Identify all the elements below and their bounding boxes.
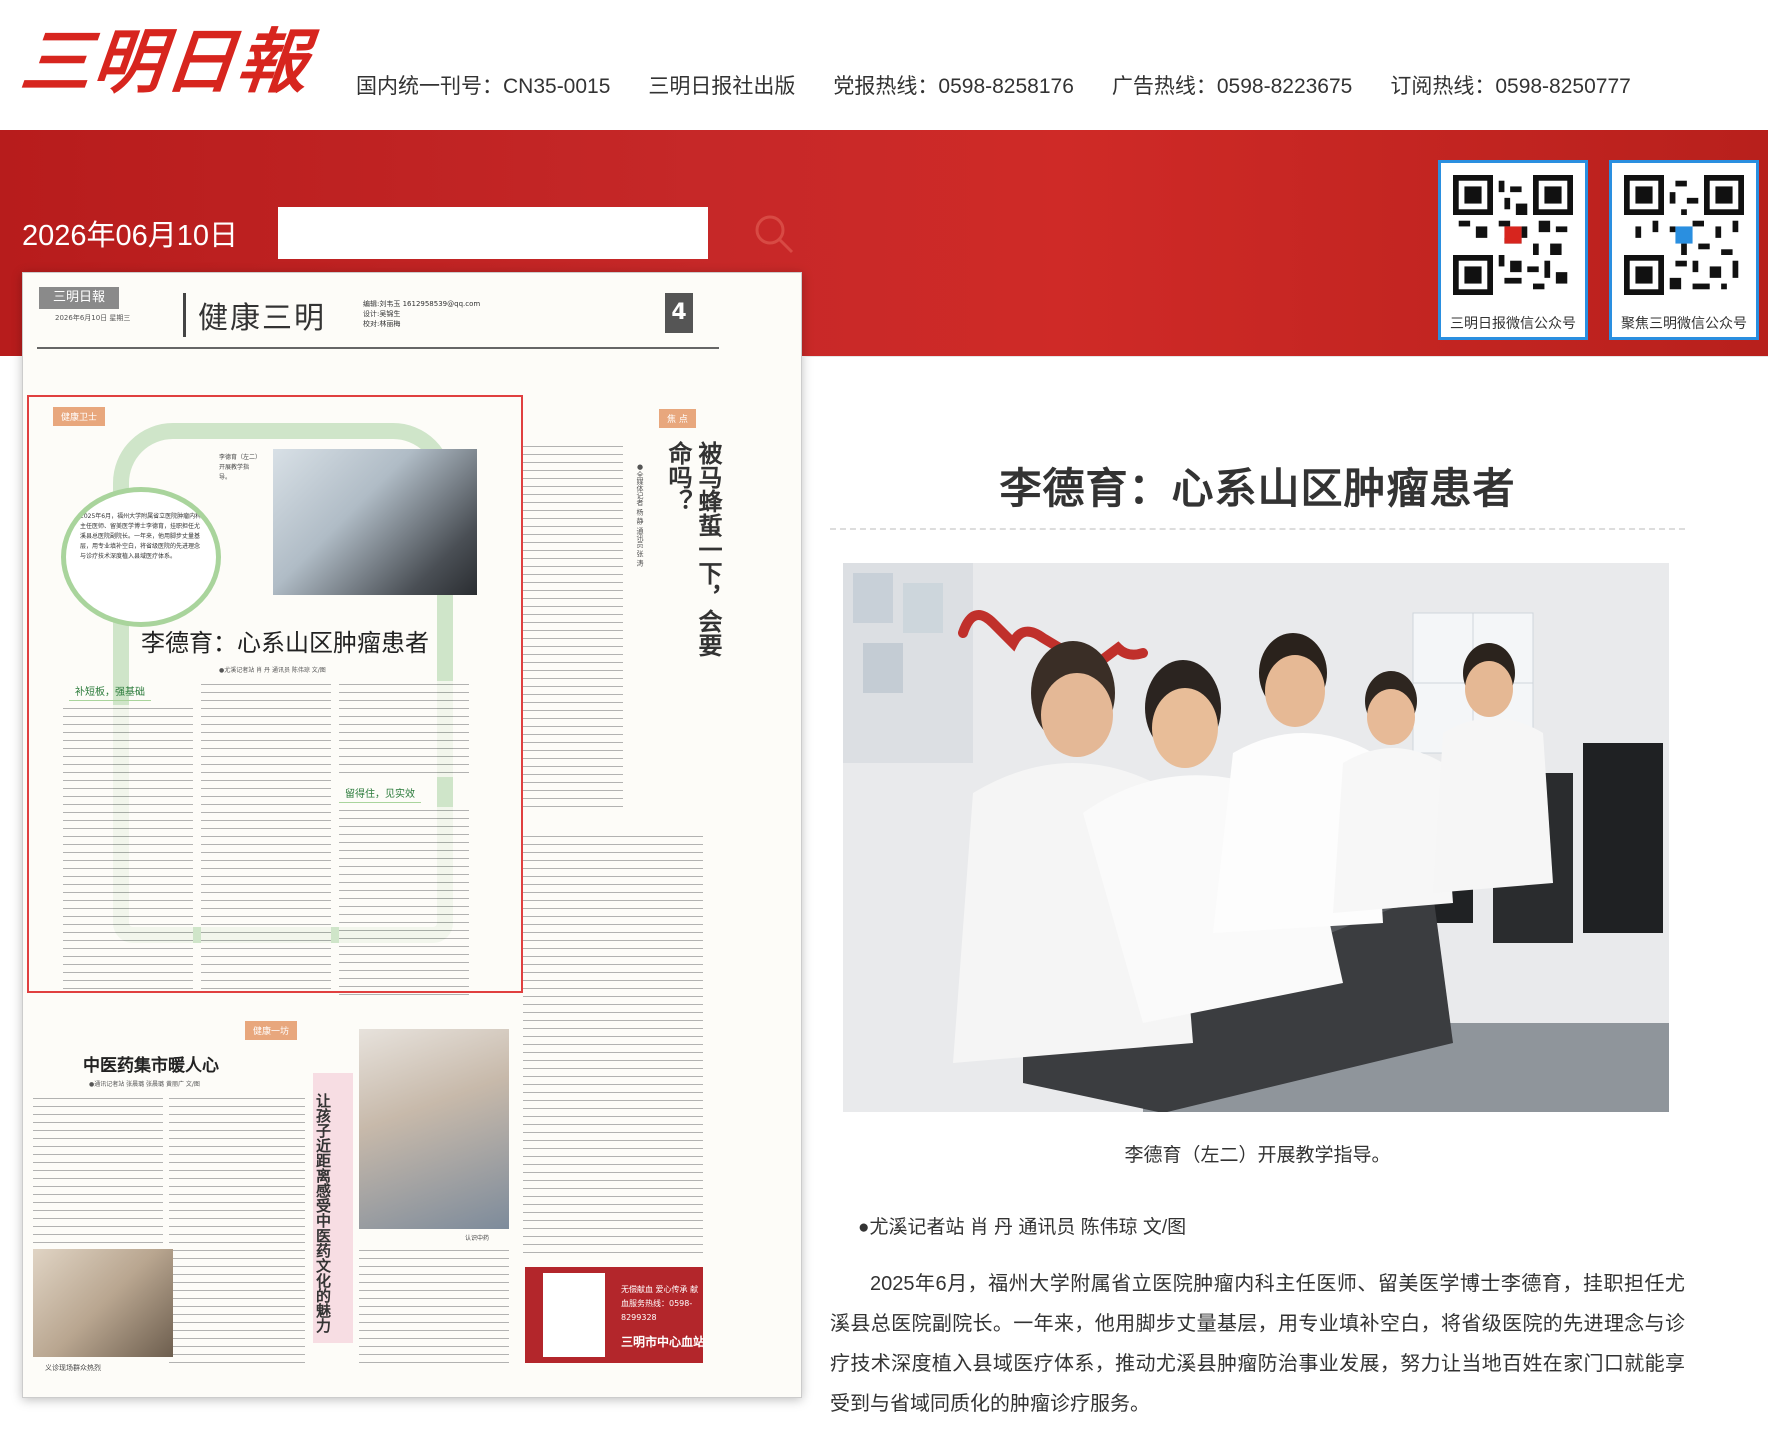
title-separator <box>830 528 1685 530</box>
content-divider <box>802 356 1768 357</box>
tcm-photo-caption: 义诊现场群众热烈 <box>45 1364 101 1372</box>
newspaper-page-number: 4 <box>665 293 693 333</box>
article-title: 李德育：心系山区肿瘤患者 <box>999 464 1516 513</box>
ad-brand: 三明市中心血站 <box>621 1335 706 1349</box>
text-column <box>523 443 623 813</box>
newspaper-rule <box>37 347 719 349</box>
tcm-photo <box>33 1249 173 1357</box>
site-header: 三明日報 国内统一刊号：CN35-0015 三明日报社出版 党报热线：0598-… <box>0 0 1768 130</box>
editor-line: 设计:吴锦生 <box>363 310 401 318</box>
text-column <box>359 1247 509 1365</box>
kids-photo <box>359 1029 509 1229</box>
article-paragraph: 2025年6月，福州大学附属省立医院肿瘤内科主任医师、留美医学博士李德育，挂职担… <box>830 1273 1685 1415</box>
ad-text: 无偿献血 爱心传承 献血服务热线：0598-8299328 <box>621 1285 699 1322</box>
qr-card-sanming-daily[interactable]: 三明日报微信公众号 <box>1438 160 1588 340</box>
editor-line: 编辑:刘韦玉 1612958539@qq.com <box>363 300 481 308</box>
text-column <box>523 833 703 1253</box>
kids-photo-caption: 认识中药 <box>465 1235 490 1242</box>
qr-code-icon <box>1624 175 1744 295</box>
qr-code-icon <box>543 1273 605 1357</box>
subscription-hotline: 订阅热线：0598-8250777 <box>1390 75 1631 98</box>
text-column <box>169 1095 305 1365</box>
party-hotline: 党报热线：0598-8258176 <box>833 75 1074 98</box>
qr-code-icon <box>1453 175 1573 295</box>
header-info-row: 国内统一刊号：CN35-0015 三明日报社出版 党报热线：0598-82581… <box>356 70 1631 100</box>
tcm-byline: ●通讯记者站 张晨璐 张晨璐 黄丽广 文/图 <box>89 1081 200 1088</box>
article-photo <box>843 563 1669 1112</box>
qr-card-focus-sanming[interactable]: 聚焦三明微信公众号 <box>1609 160 1759 340</box>
issn-info: 国内统一刊号：CN35-0015 <box>356 75 611 98</box>
qr-label: 聚焦三明微信公众号 <box>1621 315 1747 331</box>
kids-vertical-title[interactable]: 让孩子近距离感受中医药文化的魅力 <box>313 1093 333 1363</box>
editor-line: 校对:林丽梅 <box>363 320 401 328</box>
newspaper-logo: 三明日報 <box>39 287 119 309</box>
issue-date[interactable]: 2026年06月10日 <box>22 212 238 254</box>
article-byline: ●尤溪记者站 肖 丹 通讯员 陈伟琼 文/图 <box>858 1217 1187 1238</box>
newspaper-date: 2026年6月10日 星期三 <box>55 314 131 322</box>
focus-byline: ●全媒体记者 杨 静 通讯员 张 涛 <box>636 463 644 567</box>
newspaper-editor-lines: 编辑:刘韦玉 1612958539@qq.com 设计:吴锦生 校对:林丽梅 <box>363 299 480 329</box>
site-logo[interactable]: 三明日報 <box>17 6 316 107</box>
newspaper-page-thumbnail[interactable]: 三明日報 2026年6月10日 星期三 健康三明 编辑:刘韦玉 16129585… <box>22 272 802 1398</box>
search-icon <box>755 215 794 254</box>
search-input[interactable] <box>278 207 708 259</box>
ad-hotline: 广告热线：0598-8223675 <box>1111 75 1353 98</box>
highlighted-article-box[interactable] <box>27 395 523 993</box>
focus-vertical-title[interactable]: 被马蜂蜇一下，会要命吗？ <box>663 441 723 671</box>
tcm-headline[interactable]: 中医药集市暖人心 <box>83 1051 219 1076</box>
search-button[interactable] <box>752 212 796 256</box>
publisher-info: 三明日报社出版 <box>648 75 796 98</box>
section-tag: 健康一坊 <box>245 1021 298 1040</box>
newspaper-section-title: 健康三明 <box>183 293 326 337</box>
text-column <box>33 1095 163 1245</box>
article-photo-illustration <box>843 563 1669 1112</box>
qr-label: 三明日报微信公众号 <box>1450 315 1576 331</box>
photo-caption: 李德育（左二）开展教学指导。 <box>1124 1145 1391 1166</box>
focus-tag: 焦 点 <box>659 409 696 428</box>
